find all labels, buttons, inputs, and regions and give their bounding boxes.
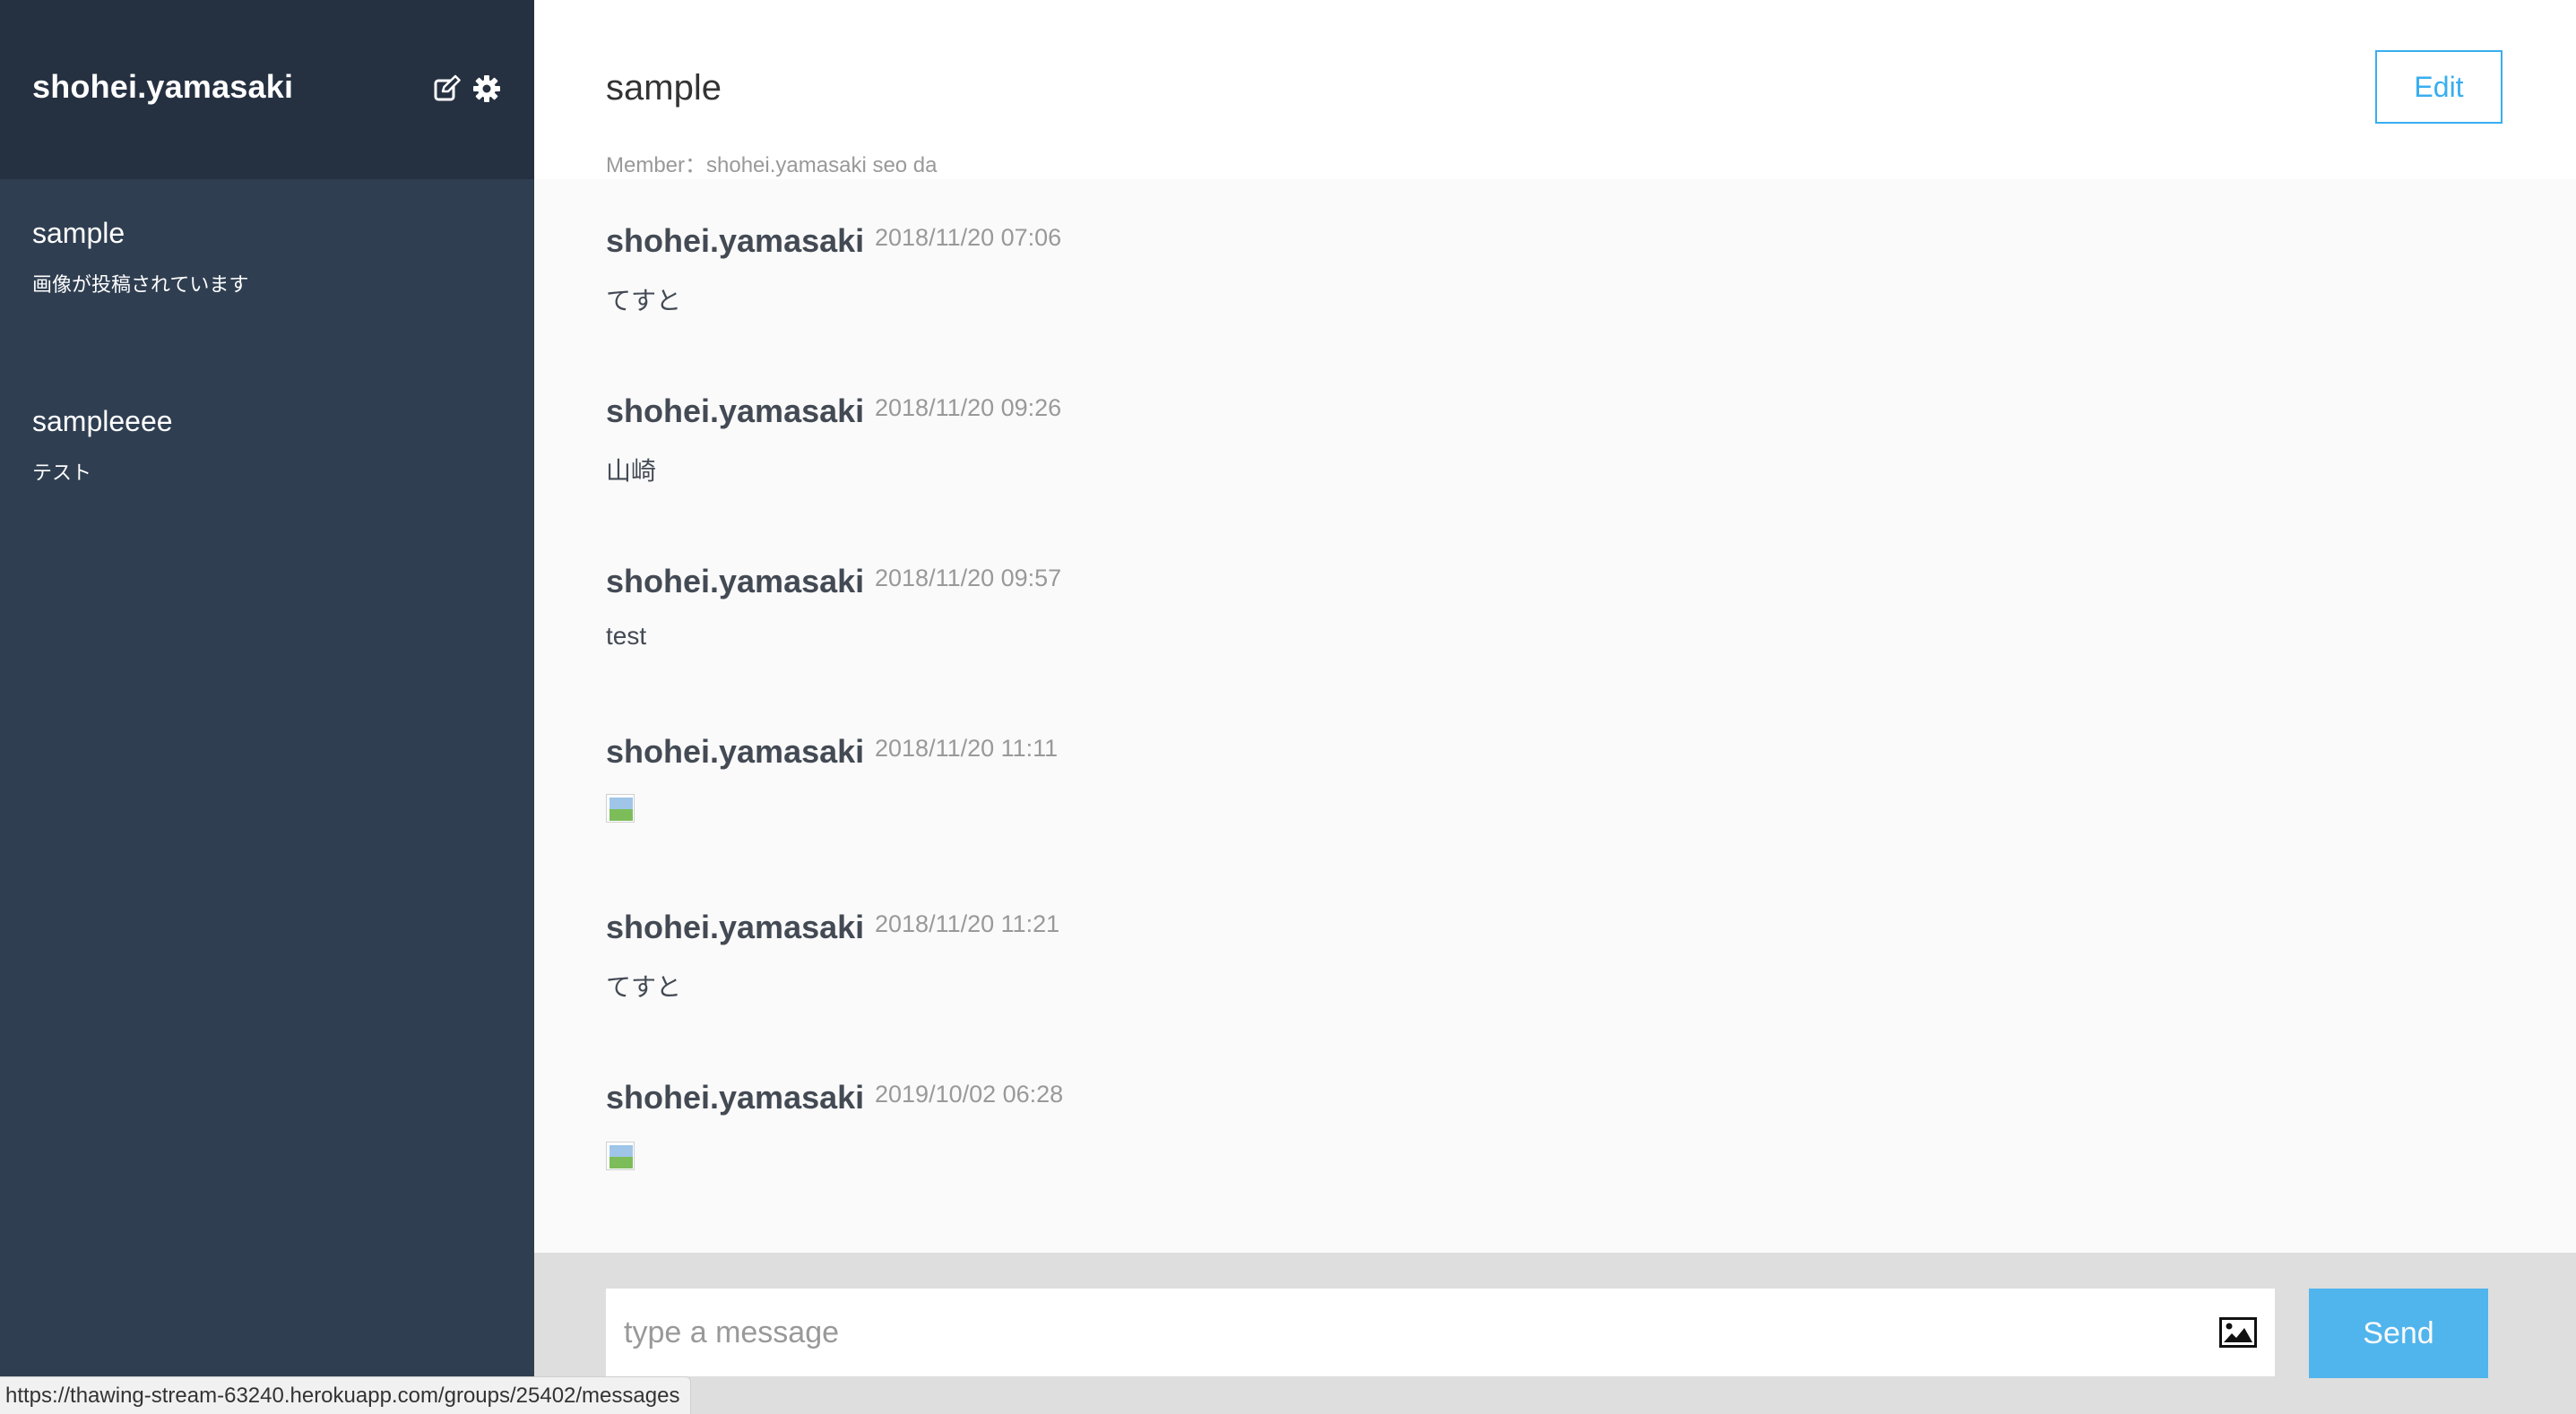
sidebar-header: shohei.yamasaki bbox=[0, 0, 534, 179]
message-date: 2018/11/20 11:11 bbox=[875, 735, 1059, 762]
edit-group-button[interactable]: Edit bbox=[2375, 50, 2503, 124]
message-user: shohei.yamasaki bbox=[606, 563, 865, 599]
group-list: sample 画像が投稿されています sampleeee テスト bbox=[0, 179, 534, 556]
chat-app: shohei.yamasaki sample 画像が投稿されています sampl… bbox=[0, 0, 2576, 1414]
message-text: てすと bbox=[606, 973, 682, 1001]
message-date: 2018/11/20 09:26 bbox=[875, 394, 1062, 421]
message-date: 2018/11/20 07:06 bbox=[875, 224, 1062, 251]
message-text: てすと bbox=[606, 287, 682, 315]
message-text: test bbox=[606, 622, 647, 650]
message-text: 山崎 bbox=[606, 457, 657, 485]
sidebar: shohei.yamasaki sample 画像が投稿されています sampl… bbox=[0, 0, 534, 1414]
chat-header: sample Member：shohei.yamasaki seo da Edi… bbox=[534, 0, 2576, 179]
main-chat: sample Member：shohei.yamasaki seo da Edi… bbox=[534, 0, 2576, 1414]
gear-icon[interactable] bbox=[471, 73, 502, 104]
message-user: shohei.yamasaki bbox=[606, 392, 865, 429]
message-list[interactable]: shohei.yamasaki 2018/11/20 07:06 てすと sho… bbox=[534, 179, 2576, 1253]
group-item-last-message: テスト bbox=[32, 461, 92, 484]
group-item-name: sample bbox=[32, 217, 125, 249]
broken-image-icon[interactable] bbox=[606, 794, 635, 823]
group-item-last-message: 画像が投稿されています bbox=[32, 273, 249, 296]
message-user: shohei.yamasaki bbox=[606, 222, 865, 259]
image-icon[interactable] bbox=[2219, 1317, 2257, 1348]
group-item-name: sampleeee bbox=[32, 405, 173, 437]
message-user: shohei.yamasaki bbox=[606, 909, 865, 945]
message-user: shohei.yamasaki bbox=[606, 733, 865, 770]
send-button[interactable]: Send bbox=[2309, 1289, 2488, 1378]
message-input[interactable] bbox=[606, 1289, 2201, 1376]
edit-icon[interactable] bbox=[432, 73, 462, 104]
status-bar-url: https://thawing-stream-63240.herokuapp.c… bbox=[0, 1376, 692, 1414]
message-form: Send bbox=[534, 1253, 2576, 1414]
message-input-wrapper bbox=[606, 1289, 2275, 1376]
member-list: Member：shohei.yamasaki seo da bbox=[606, 153, 938, 177]
group-title: sample bbox=[606, 68, 722, 108]
sidebar-header-icons bbox=[432, 73, 502, 104]
message-user: shohei.yamasaki bbox=[606, 1079, 865, 1116]
group-item[interactable]: sampleeee テスト bbox=[0, 367, 534, 556]
current-user-name: shohei.yamasaki bbox=[32, 68, 294, 105]
message-date: 2018/11/20 11:21 bbox=[875, 910, 1060, 937]
group-item[interactable]: sample 画像が投稿されています bbox=[0, 179, 534, 367]
message-date: 2018/11/20 09:57 bbox=[875, 565, 1062, 591]
message-date: 2019/10/02 06:28 bbox=[875, 1081, 1064, 1108]
broken-image-icon[interactable] bbox=[606, 1142, 635, 1170]
